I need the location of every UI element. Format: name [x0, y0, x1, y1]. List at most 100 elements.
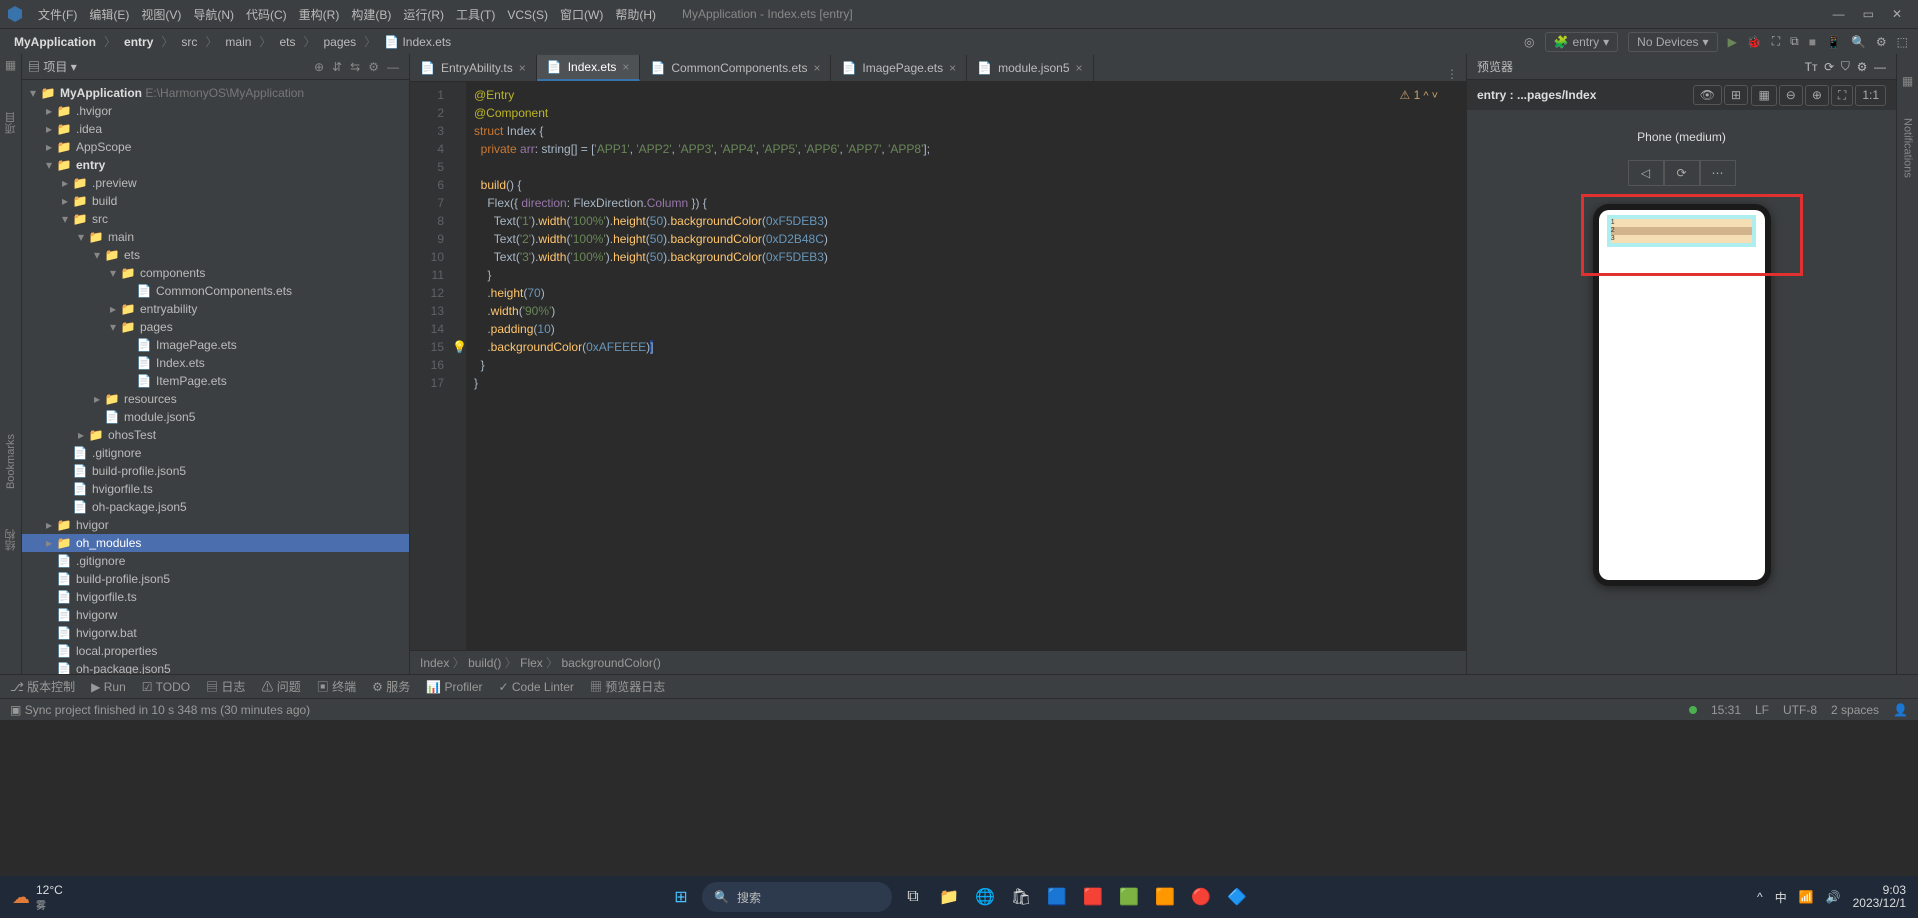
hide-icon[interactable]: —: [1874, 60, 1886, 74]
collapse-all-icon[interactable]: ⇆: [350, 60, 360, 74]
breadcrumb-item[interactable]: main: [221, 35, 255, 49]
menu-item[interactable]: 工具(T): [450, 8, 501, 22]
tree-item[interactable]: ▾📁pages: [22, 318, 409, 336]
tree-item[interactable]: 📄module.json5: [22, 408, 409, 426]
tree-item[interactable]: ▾📁components: [22, 264, 409, 282]
editor-crumb-item[interactable]: backgroundColor(): [562, 656, 661, 670]
system-tray[interactable]: ^ 中 📶 🔊 9:03 2023/12/1: [1757, 884, 1906, 910]
minimize-icon[interactable]: ―: [1833, 7, 1845, 21]
tree-item[interactable]: 📄local.properties: [22, 642, 409, 660]
menu-item[interactable]: 视图(V): [135, 8, 187, 22]
back-button[interactable]: ◁: [1628, 160, 1664, 186]
breadcrumb-item[interactable]: MyApplication: [10, 35, 100, 49]
eye-icon[interactable]: 👁: [1693, 85, 1722, 105]
close-icon[interactable]: ✕: [1892, 7, 1902, 21]
encoding[interactable]: UTF-8: [1783, 703, 1817, 717]
tree-item[interactable]: ▸📁build: [22, 192, 409, 210]
more-icon[interactable]: ⬚: [1897, 35, 1908, 49]
editor-crumb-item[interactable]: build(): [468, 656, 501, 670]
maximize-icon[interactable]: ▭: [1863, 7, 1874, 21]
tree-root[interactable]: ▾📁 MyApplication E:\HarmonyOS\MyApplicat…: [22, 84, 409, 102]
chrome-icon[interactable]: 🔴: [1186, 882, 1216, 912]
tree-item[interactable]: 📄build-profile.json5: [22, 570, 409, 588]
editor-tab[interactable]: 📄CommonComponents.ets×: [640, 55, 831, 81]
menu-item[interactable]: 运行(R): [397, 8, 450, 22]
bottom-tool-4[interactable]: ⚠ 问题: [261, 678, 300, 695]
tree-item[interactable]: ▾📁main: [22, 228, 409, 246]
expand-all-icon[interactable]: ⇵: [332, 60, 342, 74]
task-view-icon[interactable]: ⧉: [898, 882, 928, 912]
bottom-tool-5[interactable]: ▣ 终端: [317, 678, 356, 695]
zoom-in-icon[interactable]: ⊕: [1805, 85, 1829, 106]
menu-item[interactable]: 窗口(W): [554, 8, 609, 22]
bottom-tool-9[interactable]: ▦ 预览器日志: [590, 678, 665, 695]
notifications-tool-label[interactable]: Notifications: [1902, 118, 1914, 178]
menu-item[interactable]: 帮助(H): [609, 8, 662, 22]
wifi-icon[interactable]: 📶: [1799, 890, 1814, 904]
breadcrumb-item[interactable]: src: [177, 35, 201, 49]
editor-tab[interactable]: 📄Index.ets×: [537, 55, 641, 81]
tree-item[interactable]: ▾📁src: [22, 210, 409, 228]
menu-item[interactable]: 文件(F): [32, 8, 83, 22]
bookmarks-tool-label[interactable]: Bookmarks: [5, 434, 17, 489]
taskbar-search[interactable]: 🔍 搜索: [702, 882, 892, 912]
tree-item[interactable]: 📄ImagePage.ets: [22, 336, 409, 354]
lock-icon[interactable]: 👤: [1893, 703, 1908, 717]
tree-item[interactable]: 📄hvigorw.bat: [22, 624, 409, 642]
menu-item[interactable]: VCS(S): [501, 8, 554, 22]
close-tab-icon[interactable]: ×: [813, 61, 820, 75]
app3-icon[interactable]: 🟧: [1150, 882, 1180, 912]
vscode-icon[interactable]: 🟦: [1042, 882, 1072, 912]
editor-tab[interactable]: 📄module.json5×: [967, 55, 1093, 81]
device-manager-icon[interactable]: 📱: [1826, 35, 1841, 49]
tree-item[interactable]: ▸📁oh_modules: [22, 534, 409, 552]
tree-item[interactable]: 📄.gitignore: [22, 444, 409, 462]
project-view-selector[interactable]: ▤ 项目 ▾: [28, 58, 77, 75]
rotate-button[interactable]: ⟳: [1664, 160, 1700, 186]
indent[interactable]: 2 spaces: [1831, 703, 1879, 717]
code-area[interactable]: 1234567891011121314151617 @Entry @Compon…: [410, 82, 1466, 650]
coverage-icon[interactable]: ⛶: [1772, 34, 1780, 49]
run-icon[interactable]: ▶: [1728, 35, 1737, 49]
bottom-tool-7[interactable]: 📊 Profiler: [426, 680, 482, 694]
tree-item[interactable]: 📄ItemPage.ets: [22, 372, 409, 390]
tree-item[interactable]: ▸📁ohosTest: [22, 426, 409, 444]
close-tab-icon[interactable]: ×: [1076, 61, 1083, 75]
inspect-icon[interactable]: ⊞: [1724, 85, 1748, 105]
app2-icon[interactable]: 🟩: [1114, 882, 1144, 912]
fit-icon[interactable]: ⛶: [1831, 85, 1853, 106]
project-tool-icon[interactable]: ▦: [5, 58, 16, 72]
structure-tool-label[interactable]: 结构: [3, 529, 19, 551]
close-tab-icon[interactable]: ×: [949, 61, 956, 75]
bottom-tool-3[interactable]: ▤ 日志: [206, 678, 245, 695]
close-tab-icon[interactable]: ×: [622, 60, 629, 74]
tree-item[interactable]: 📄hvigorfile.ts: [22, 480, 409, 498]
menu-item[interactable]: 导航(N): [187, 8, 240, 22]
line-separator[interactable]: LF: [1755, 703, 1769, 717]
close-tab-icon[interactable]: ×: [519, 61, 526, 75]
breadcrumb-item[interactable]: pages: [319, 35, 360, 49]
settings-icon[interactable]: ⚙: [1876, 35, 1887, 49]
tree-item[interactable]: 📄oh-package.json5: [22, 660, 409, 674]
tree-item[interactable]: ▸📁AppScope: [22, 138, 409, 156]
editor-crumb-item[interactable]: Flex: [520, 656, 543, 670]
breadcrumb-item[interactable]: ets: [275, 35, 299, 49]
tree-item[interactable]: ▸📁.preview: [22, 174, 409, 192]
editor-breadcrumb[interactable]: Index 〉 build() 〉 Flex 〉 backgroundColor…: [410, 650, 1466, 674]
menu-item[interactable]: 重构(R): [293, 8, 346, 22]
menu-item[interactable]: 编辑(E): [83, 8, 135, 22]
tree-item[interactable]: ▸📁.idea: [22, 120, 409, 138]
project-tool-label[interactable]: 项目: [3, 112, 19, 134]
app-icon[interactable]: 🟥: [1078, 882, 1108, 912]
editor-tab[interactable]: 📄EntryAbility.ts×: [410, 55, 537, 81]
ime-indicator[interactable]: 中: [1775, 889, 1787, 906]
bottom-tool-1[interactable]: ▶ Run: [91, 680, 126, 694]
search-icon[interactable]: 🔍: [1851, 35, 1866, 49]
grid-icon[interactable]: ▦: [1751, 85, 1776, 106]
tree-item[interactable]: 📄hvigorw: [22, 606, 409, 624]
sync-icon[interactable]: ◎: [1524, 35, 1534, 49]
store-icon[interactable]: 🛍: [1006, 882, 1036, 912]
deveco-icon[interactable]: 🔷: [1222, 882, 1252, 912]
explorer-icon[interactable]: 📁: [934, 882, 964, 912]
more-button[interactable]: ⋯: [1700, 160, 1736, 186]
